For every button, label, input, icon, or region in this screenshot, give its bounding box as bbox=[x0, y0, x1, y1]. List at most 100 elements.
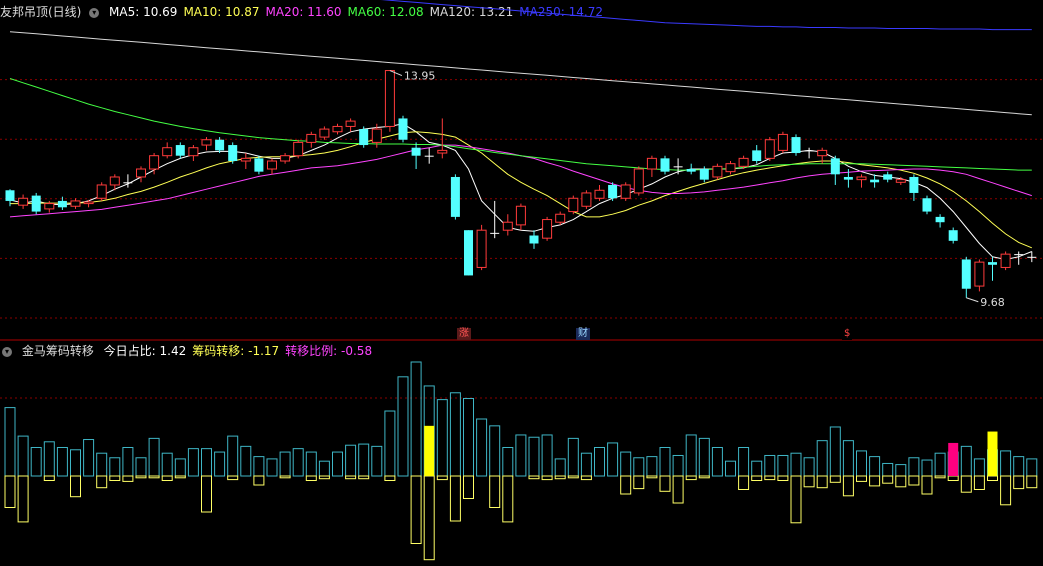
flow-bar bbox=[384, 475, 396, 481]
flow-bar bbox=[777, 475, 789, 481]
indicator-bar bbox=[201, 448, 212, 477]
indicator-bar bbox=[842, 440, 854, 477]
chart-canvas[interactable]: 13.95 9.68 bbox=[0, 0, 1043, 566]
indicator-bar bbox=[711, 447, 723, 477]
indicator-bar bbox=[318, 460, 330, 477]
candle-body bbox=[529, 235, 539, 244]
indicator-bar bbox=[292, 448, 304, 477]
indicator-bar bbox=[502, 447, 514, 477]
candle-body bbox=[608, 184, 618, 199]
event-marker-cai[interactable]: 财 bbox=[576, 328, 590, 340]
indicator-bar bbox=[685, 434, 697, 477]
candle-body bbox=[215, 139, 225, 151]
candle-body bbox=[44, 203, 55, 210]
indicator-bar bbox=[345, 444, 357, 477]
flow-bar bbox=[856, 475, 867, 482]
flow-bar bbox=[358, 475, 370, 480]
flow-bar bbox=[580, 475, 592, 481]
indicator-bar bbox=[777, 454, 789, 477]
flow-bar bbox=[751, 475, 763, 481]
indicator-bar bbox=[790, 452, 802, 477]
indicator-bar bbox=[882, 462, 894, 477]
flow-bar bbox=[987, 475, 998, 481]
highlight-bar bbox=[987, 431, 998, 476]
ma-line-ma5 bbox=[9, 123, 1032, 261]
indicator-bar bbox=[30, 447, 42, 477]
candle-body bbox=[228, 145, 238, 162]
candle-body bbox=[673, 166, 683, 168]
indicator-bar bbox=[594, 447, 605, 477]
flow-bar bbox=[489, 475, 501, 508]
indicator-bar bbox=[921, 459, 933, 477]
low-price-label: 9.68 bbox=[980, 296, 1005, 309]
candle-body bbox=[5, 190, 15, 201]
candle-body bbox=[804, 150, 814, 152]
indicator-bar bbox=[135, 457, 147, 477]
flow-bar bbox=[973, 475, 985, 490]
indicator-bar bbox=[580, 452, 592, 477]
candle-body bbox=[961, 259, 971, 289]
indicator-bar bbox=[4, 407, 16, 477]
indicator-bar bbox=[266, 458, 278, 477]
candle-body bbox=[57, 200, 67, 208]
candle-body bbox=[267, 160, 277, 170]
flow-bar bbox=[345, 475, 357, 480]
indicator-bar bbox=[816, 440, 828, 477]
candle-body bbox=[450, 176, 460, 217]
flow-bar bbox=[698, 475, 710, 479]
event-marker-dollar[interactable]: $ bbox=[842, 328, 853, 340]
indicator-bar bbox=[973, 458, 985, 477]
candle-body bbox=[948, 230, 958, 241]
indicator-bar bbox=[659, 447, 671, 477]
candle-body bbox=[476, 229, 487, 268]
candle-body bbox=[581, 192, 592, 207]
candle-body bbox=[738, 157, 749, 167]
ma-line-ma120 bbox=[9, 31, 1032, 116]
candle-body bbox=[777, 133, 788, 151]
event-marker-zhang[interactable]: 涨 bbox=[457, 328, 471, 340]
ma-line-ma60 bbox=[9, 78, 1032, 171]
highlight-bar bbox=[948, 442, 959, 476]
candle-body bbox=[830, 158, 840, 175]
candle-body bbox=[175, 145, 185, 156]
indicator-bar bbox=[214, 451, 226, 477]
candle-body bbox=[752, 150, 762, 162]
flow-bar bbox=[554, 475, 566, 480]
candle-body bbox=[188, 147, 199, 157]
candle-body bbox=[856, 176, 867, 181]
candle-body bbox=[371, 128, 382, 143]
flow-bar bbox=[908, 475, 920, 486]
flow-bar bbox=[764, 475, 776, 481]
flow-bar bbox=[895, 475, 907, 488]
indicator-bar bbox=[371, 445, 383, 477]
candle-body bbox=[345, 120, 356, 127]
indicator-bar bbox=[109, 457, 121, 477]
candle-body bbox=[909, 176, 919, 193]
candle-body bbox=[280, 155, 291, 162]
flow-bar bbox=[227, 475, 239, 481]
indicator-bar bbox=[43, 441, 55, 477]
flow-bar bbox=[567, 475, 579, 479]
candle-body bbox=[922, 198, 932, 212]
candle-body bbox=[18, 197, 29, 206]
indicator-bar bbox=[305, 451, 317, 477]
candle-body bbox=[136, 168, 146, 178]
candle-body bbox=[464, 230, 473, 276]
indicator-bar bbox=[161, 452, 173, 477]
candle-body bbox=[149, 155, 160, 170]
candle-body bbox=[319, 128, 330, 138]
indicator-bar bbox=[463, 397, 474, 477]
flow-bar bbox=[4, 475, 16, 508]
flow-bar bbox=[869, 475, 881, 487]
indicator-bar bbox=[528, 436, 540, 477]
candle-body bbox=[502, 221, 513, 231]
indicator-bar bbox=[476, 418, 488, 477]
candle-body bbox=[660, 158, 670, 172]
indicator-bar bbox=[384, 410, 396, 477]
flow-bar bbox=[135, 475, 147, 479]
indicator-bar bbox=[1013, 456, 1025, 477]
flow-bar bbox=[659, 475, 671, 492]
flow-bar bbox=[842, 475, 854, 497]
ma-line-ma250 bbox=[380, 0, 1032, 31]
indicator-bar bbox=[410, 361, 422, 477]
